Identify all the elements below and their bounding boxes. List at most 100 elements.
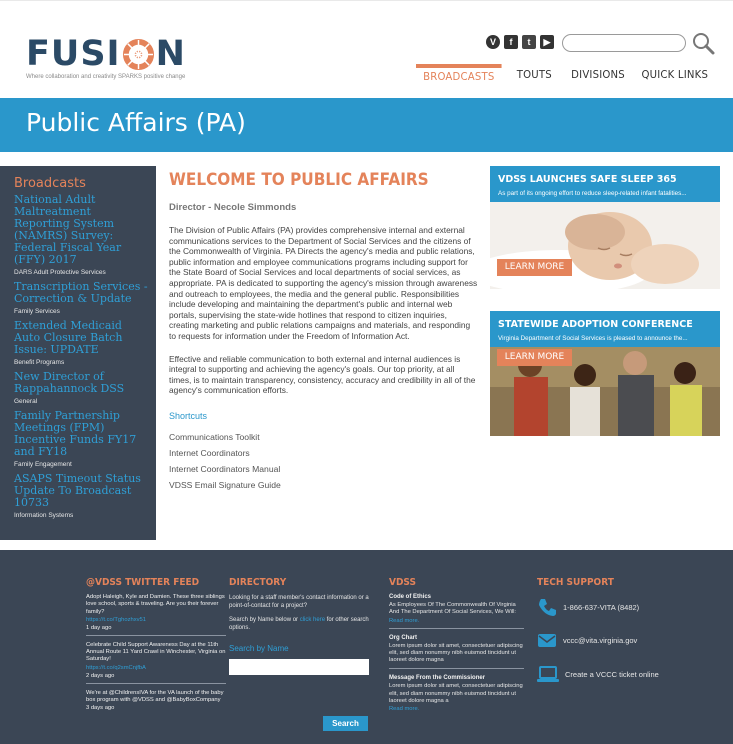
promo-title: STATEWIDE ADOPTION CONFERENCE — [498, 319, 693, 330]
page-title: Public Affairs (PA) — [26, 108, 246, 137]
tweet-link[interactable]: https://t.co/q2smCnjfbA — [86, 664, 226, 672]
nav-divisions[interactable]: DIVISIONS — [564, 64, 632, 86]
nav-quick-links[interactable]: QUICK LINKS — [638, 64, 712, 86]
tweet-text: Adopt Haleigh, Kyle and Damien. These th… — [86, 594, 225, 615]
director-line: Director - Necole Simmonds — [169, 202, 297, 213]
directory-click-here-link[interactable]: click here — [300, 617, 325, 623]
search-icon[interactable] — [691, 31, 715, 55]
broadcast-link[interactable]: National Adult Maltreatment Reporting Sy… — [14, 194, 150, 266]
vdss-item: Code of Ethics As Employees Of The Commo… — [389, 594, 524, 629]
learn-more-button[interactable]: LEARN MORE — [497, 349, 572, 366]
site-search-input[interactable] — [562, 34, 686, 52]
facebook-icon[interactable]: f — [504, 35, 518, 49]
intro-paragraph: The Division of Public Affairs (PA) prov… — [169, 225, 478, 341]
shortcut-link[interactable]: VDSS Email Signature Guide — [169, 477, 479, 493]
broadcast-item: Extended Medicaid Auto Closure Batch Iss… — [14, 320, 150, 367]
fusion-logo[interactable]: FUSI N Where collaboration and creativit… — [26, 34, 186, 81]
youtube-icon[interactable]: ▶ — [540, 35, 554, 49]
tweet-text: Celebrate Child Support Awareness Day at… — [86, 641, 226, 663]
social-icons: V f t ▶ — [486, 35, 554, 49]
mission-paragraph: Effective and reliable communication to … — [169, 353, 476, 396]
tech-email-row[interactable]: vccc@vita.virginia.gov — [537, 630, 637, 650]
tweet-text: We're at @ChildrensIVA for the VA launch… — [86, 689, 224, 704]
tech-ticket-row[interactable]: Create a VCCC ticket online — [537, 664, 659, 684]
main-nav: BROADCASTS TOUTS DIVISIONS QUICK LINKS — [416, 64, 718, 86]
broadcast-link[interactable]: New Director of Rappahannock DSS — [14, 371, 150, 395]
phone-icon — [539, 599, 556, 616]
shortcut-link[interactable]: Communications Toolkit — [169, 429, 479, 445]
logo-word-left: FUSI — [26, 34, 121, 74]
page-banner: Public Affairs (PA) — [0, 98, 733, 152]
twitter-icon[interactable]: t — [522, 35, 536, 49]
vdss-item-title[interactable]: Org Chart — [389, 635, 524, 641]
site-footer: @VDSS TWITTER FEED Adopt Haleigh, Kyle a… — [0, 550, 733, 744]
family-photo-image: LEARN MORE — [490, 347, 720, 436]
read-more-link[interactable]: Read more. — [389, 618, 524, 624]
tech-support: TECH SUPPORT 1-866-637-VITA (8482) vccc@… — [537, 577, 687, 682]
vdss-item-text: Lorem ipsum dolor sit amet, consectetuer… — [389, 642, 523, 664]
laptop-icon — [537, 666, 559, 682]
directory: DIRECTORY Looking for a staff member's c… — [229, 577, 369, 731]
directory-search-label: Search by Name — [229, 644, 289, 653]
main-content: WELCOME TO PUBLIC AFFAIRS Director - Nec… — [169, 170, 479, 493]
broadcasts-sidebar: Broadcasts National Adult Maltreatment R… — [0, 166, 156, 540]
learn-more-button[interactable]: LEARN MORE — [497, 259, 572, 276]
promo-header: VDSS LAUNCHES SAFE SLEEP 365 As part of … — [490, 166, 720, 202]
broadcast-item: ASAPS Timeout Status Update To Broadcast… — [14, 473, 150, 520]
tech-phone-row[interactable]: 1-866-637-VITA (8482) — [537, 597, 639, 617]
tech-phone: 1-866-637-VITA (8482) — [563, 602, 640, 612]
directory-search-button[interactable]: Search — [323, 716, 368, 731]
vdss-title: VDSS — [389, 577, 416, 588]
tech-email: vccc@vita.virginia.gov — [563, 635, 638, 645]
site-header: FUSI N Where collaboration and creativit… — [0, 0, 733, 98]
promo-subtitle: Virginia Department of Social Services i… — [498, 335, 688, 342]
broadcast-category: Information Systems — [14, 512, 74, 519]
tech-ticket: Create a VCCC ticket online — [565, 669, 659, 679]
broadcast-category: Family Engagement — [14, 461, 72, 468]
promo-subtitle: As part of its ongoing effort to reduce … — [498, 190, 687, 197]
broadcast-link[interactable]: ASAPS Timeout Status Update To Broadcast… — [14, 473, 150, 509]
tweet: We're at @ChildrensIVA for the VA launch… — [86, 690, 226, 716]
sidebar-title: Broadcasts — [14, 176, 86, 191]
directory-search-input[interactable] — [229, 659, 369, 675]
promo-safe-sleep: VDSS LAUNCHES SAFE SLEEP 365 As part of … — [470, 166, 720, 294]
vdss-item: Message From the Commissioner Lorem ipsu… — [389, 675, 524, 716]
broadcast-category: Benefit Programs — [14, 359, 65, 366]
tweet-time: 3 days ago — [86, 705, 115, 712]
broadcast-category: Family Services — [14, 308, 60, 315]
promo-adoption-conference: STATEWIDE ADOPTION CONFERENCE Virginia D… — [490, 311, 720, 436]
nav-broadcasts[interactable]: BROADCASTS — [416, 64, 502, 86]
directory-intro: Looking for a staff member's contact inf… — [229, 595, 369, 609]
broadcast-item: Family Partnership Meetings (FPM) Incent… — [14, 410, 150, 469]
page: FUSI N Where collaboration and creativit… — [0, 0, 733, 744]
tweet: Celebrate Child Support Awareness Day at… — [86, 642, 226, 684]
logo-o-ring-icon — [122, 38, 154, 70]
shortcut-link[interactable]: Internet Coordinators Manual — [169, 461, 479, 477]
broadcast-item: Transcription Services - Correction & Up… — [14, 281, 150, 316]
tweet-time: 2 days ago — [86, 672, 115, 679]
shortcuts-title: Shortcuts — [169, 410, 208, 421]
logo-word-right: N — [155, 34, 186, 74]
tweet-link[interactable]: https://t.co/Tghozhxv51 — [86, 616, 226, 624]
read-more-link[interactable]: Read more. — [389, 706, 524, 712]
broadcast-link[interactable]: Family Partnership Meetings (FPM) Incent… — [14, 410, 150, 458]
broadcast-link[interactable]: Transcription Services - Correction & Up… — [14, 281, 150, 305]
broadcast-link[interactable]: Extended Medicaid Auto Closure Batch Iss… — [14, 320, 150, 356]
broadcast-category: General — [14, 398, 38, 405]
vdss-links: VDSS Code of Ethics As Employees Of The … — [389, 577, 524, 716]
sleeping-baby-image: LEARN MORE — [470, 202, 720, 294]
nav-touts[interactable]: TOUTS — [509, 64, 560, 86]
promo-header: STATEWIDE ADOPTION CONFERENCE Virginia D… — [490, 311, 720, 347]
tech-support-title: TECH SUPPORT — [537, 577, 614, 588]
vdss-item-title[interactable]: Code of Ethics — [389, 594, 524, 600]
vdss-item-title[interactable]: Message From the Commissioner — [389, 675, 524, 681]
broadcast-item: New Director of Rappahannock DSS General — [14, 371, 150, 406]
logo-wordmark: FUSI N — [26, 34, 186, 74]
tweet-time: 1 day ago — [86, 624, 112, 631]
shortcut-link[interactable]: Internet Coordinators — [169, 445, 479, 461]
broadcast-item: National Adult Maltreatment Reporting Sy… — [14, 194, 150, 277]
twitter-feed: @VDSS TWITTER FEED Adopt Haleigh, Kyle a… — [86, 577, 226, 715]
shortcuts-list: Communications Toolkit Internet Coordina… — [169, 429, 479, 493]
directory-help-pre: Search by Name below or — [229, 617, 300, 623]
vimeo-icon[interactable]: V — [486, 35, 500, 49]
